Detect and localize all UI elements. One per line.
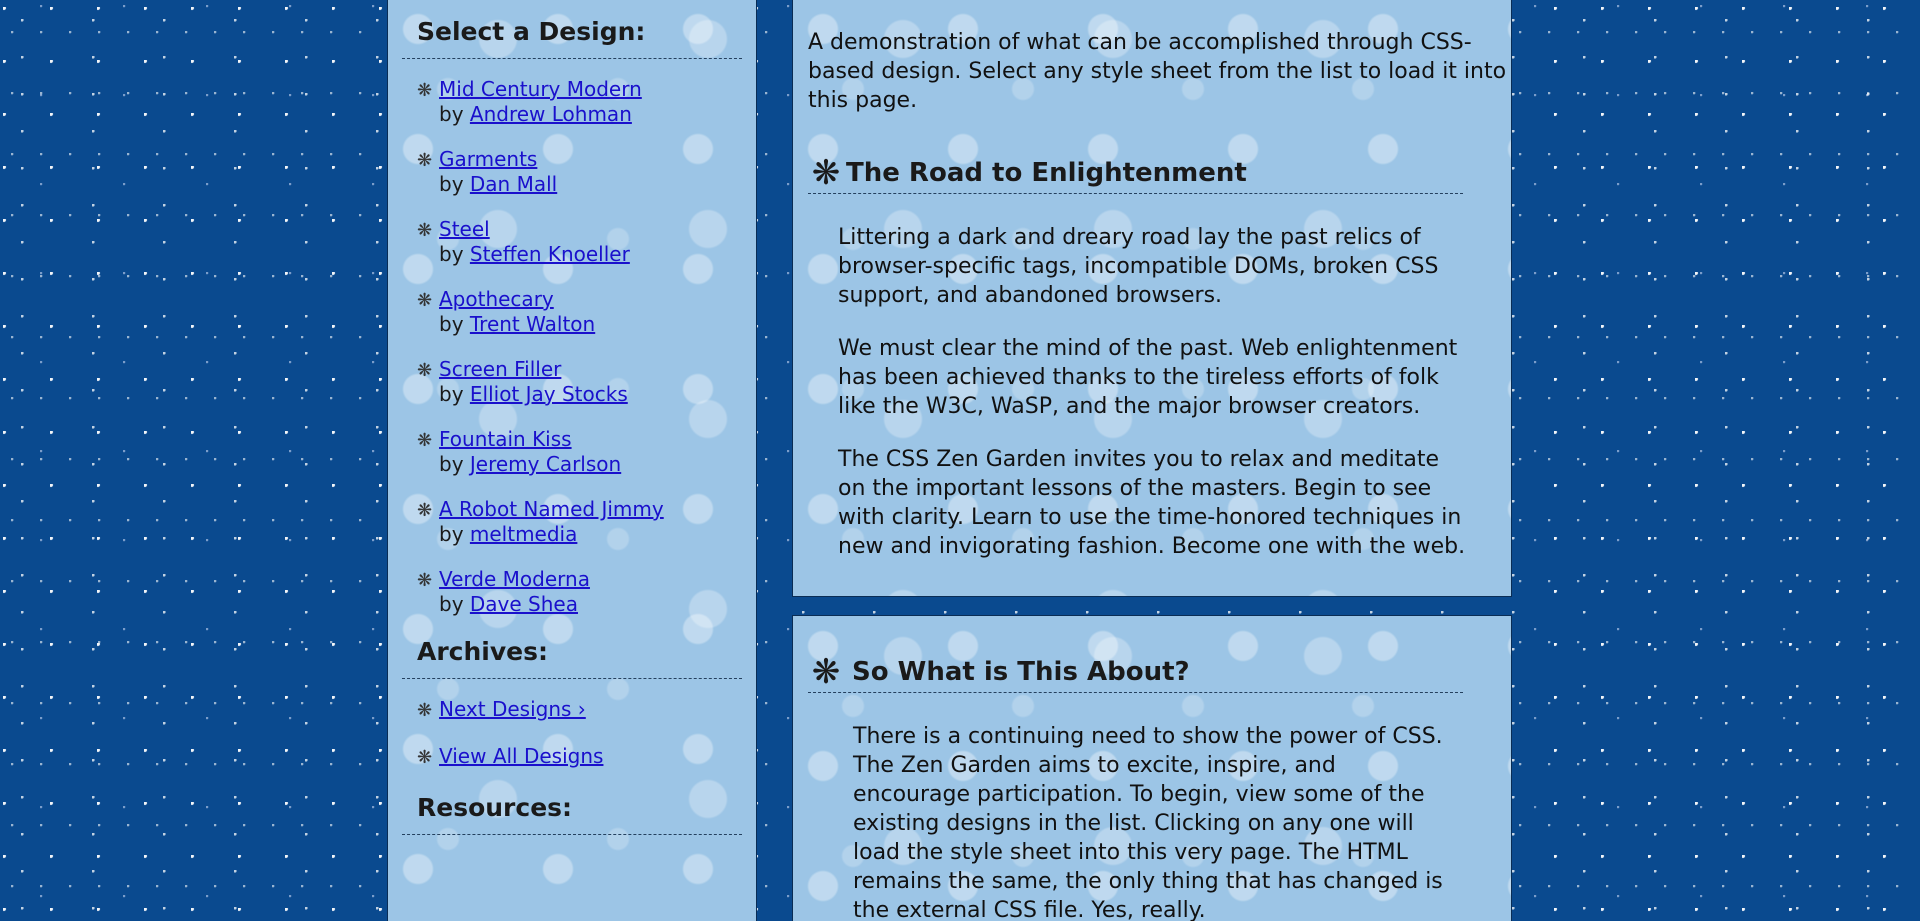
about-heading-row: ❋ So What is This About? — [808, 654, 1463, 693]
snowflake-bullet-icon: ❋ — [416, 80, 433, 101]
design-list-item: ❋ A Robot Named Jimmy by meltmedia — [402, 497, 742, 547]
design-list-item: ❋ Fountain Kiss by Jeremy Carlson — [402, 427, 742, 477]
design-list-item: ❋ Garments by Dan Mall — [402, 147, 742, 197]
by-label: by — [439, 242, 464, 266]
enlightenment-heading: The Road to Enlightenment — [846, 158, 1247, 188]
enlightenment-paragraph: Littering a dark and dreary road lay the… — [838, 225, 1439, 308]
archives-heading: Archives: — [402, 637, 742, 679]
design-list: ❋ Mid Century Modern by Andrew Lohman ❋ … — [402, 77, 742, 617]
author-link[interactable]: Dan Mall — [470, 172, 557, 196]
by-label: by — [439, 102, 464, 126]
snowflake-bullet-icon: ❋ — [416, 747, 433, 768]
design-list-item: ❋ Screen Filler by Elliot Jay Stocks — [402, 357, 742, 407]
archives-list-item: ❋ Next Designs › — [402, 697, 742, 722]
design-link[interactable]: Fountain Kiss — [439, 427, 572, 451]
snowflake-heading-icon: ❋ — [811, 652, 841, 692]
design-list-item: ❋ Verde Moderna by Dave Shea — [402, 567, 742, 617]
select-design-heading: Select a Design: — [402, 17, 742, 59]
design-selection-sidebar: Select a Design: ❋ Mid Century Modern by… — [387, 0, 757, 921]
design-list-item: ❋ Steel by Steffen Knoeller — [402, 217, 742, 267]
design-link[interactable]: Apothecary — [439, 287, 554, 311]
by-label: by — [439, 522, 464, 546]
author-link[interactable]: Steffen Knoeller — [470, 242, 630, 266]
snowflake-bullet-icon: ❋ — [416, 360, 433, 381]
about-paragraph: There is a continuing need to show the p… — [853, 724, 1443, 921]
by-label: by — [439, 592, 464, 616]
snowflake-bullet-icon: ❋ — [416, 290, 433, 311]
about-section: ❋ So What is This About? There is a cont… — [792, 615, 1512, 921]
archives-list: ❋ Next Designs › ❋ View All Designs — [402, 697, 742, 769]
snowflake-bullet-icon: ❋ — [416, 220, 433, 241]
design-link[interactable]: Steel — [439, 217, 490, 241]
next-designs-link[interactable]: Next Designs › — [439, 697, 586, 721]
author-link[interactable]: Dave Shea — [470, 592, 578, 616]
author-link[interactable]: Trent Walton — [470, 312, 595, 336]
design-link[interactable]: A Robot Named Jimmy — [439, 497, 664, 521]
intro-section: A demonstration of what can be accomplis… — [792, 0, 1512, 597]
design-link[interactable]: Garments — [439, 147, 537, 171]
snowflake-bullet-icon: ❋ — [416, 500, 433, 521]
design-link[interactable]: Screen Filler — [439, 357, 561, 381]
by-label: by — [439, 312, 464, 336]
snowflake-bullet-icon: ❋ — [416, 700, 433, 721]
enlightenment-heading-row: ❋ The Road to Enlightenment — [808, 155, 1463, 194]
by-label: by — [439, 172, 464, 196]
design-list-item: ❋ Mid Century Modern by Andrew Lohman — [402, 77, 742, 127]
author-link[interactable]: Jeremy Carlson — [470, 452, 621, 476]
snowflake-heading-icon: ❋ — [811, 153, 841, 193]
snowflake-bullet-icon: ❋ — [416, 430, 433, 451]
view-all-designs-link[interactable]: View All Designs — [439, 744, 603, 768]
design-list-item: ❋ Apothecary by Trent Walton — [402, 287, 742, 337]
snowflake-bullet-icon: ❋ — [416, 150, 433, 171]
resources-heading: Resources: — [402, 793, 742, 835]
by-label: by — [439, 382, 464, 406]
snowflake-bullet-icon: ❋ — [416, 570, 433, 591]
archives-list-item: ❋ View All Designs — [402, 744, 742, 769]
intro-summary: A demonstration of what can be accomplis… — [808, 30, 1507, 113]
author-link[interactable]: meltmedia — [470, 522, 577, 546]
enlightenment-paragraph: We must clear the mind of the past. Web … — [838, 336, 1458, 419]
about-body: There is a continuing need to show the p… — [853, 722, 1453, 921]
enlightenment-body: Littering a dark and dreary road lay the… — [838, 223, 1468, 585]
author-link[interactable]: Andrew Lohman — [470, 102, 632, 126]
design-link[interactable]: Verde Moderna — [439, 567, 590, 591]
about-heading: So What is This About? — [852, 657, 1190, 687]
design-link[interactable]: Mid Century Modern — [439, 77, 642, 101]
by-label: by — [439, 452, 464, 476]
enlightenment-paragraph: The CSS Zen Garden invites you to relax … — [838, 447, 1466, 559]
author-link[interactable]: Elliot Jay Stocks — [470, 382, 628, 406]
